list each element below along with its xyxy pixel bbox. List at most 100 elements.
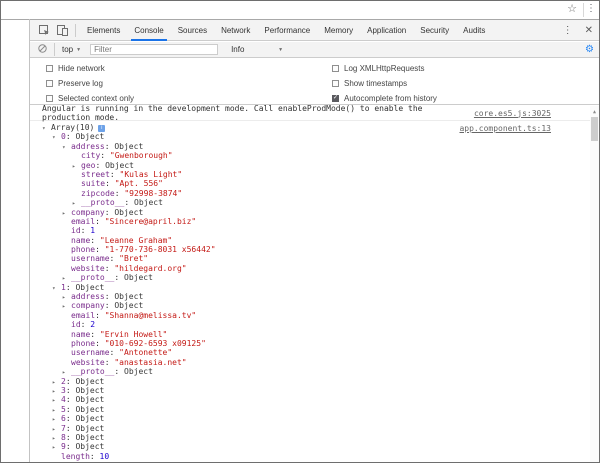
collapse-triangle-icon[interactable]: ▾ (52, 284, 61, 293)
property-value: Object (75, 404, 105, 414)
source-link[interactable]: app.component.ts:13 (459, 124, 551, 133)
property-key: phone (71, 338, 96, 348)
checkbox-checked-icon[interactable]: ✓ (332, 95, 339, 102)
checkbox-icon[interactable] (332, 80, 339, 87)
setting-hide-network[interactable]: Hide network (46, 61, 134, 76)
property-key: email (71, 310, 96, 320)
tree-row[interactable]: ▸ address: Object (30, 292, 599, 301)
scrollbar-up-icon[interactable]: ▲ (590, 106, 599, 115)
devtools-more-icon[interactable]: ⋮ (557, 25, 579, 36)
tabs-container: Elements Console Sources Network Performance… (80, 20, 492, 41)
property-value: Object (75, 442, 105, 452)
collapse-triangle-icon[interactable]: ▾ (42, 124, 51, 133)
console-scrollbar[interactable]: ▲ (590, 106, 599, 462)
tree-row: id: 2 (71, 320, 96, 330)
expand-triangle-icon[interactable]: ▸ (72, 162, 81, 171)
device-toolbar-icon[interactable] (55, 23, 69, 37)
tree-row[interactable]: ▾ 1: Object (30, 283, 599, 292)
tree-row[interactable]: ▸ company: Object (30, 208, 599, 217)
property-key: __proto__ (81, 198, 125, 208)
clear-console-icon[interactable] (38, 44, 47, 55)
property-key: 9 (61, 442, 66, 452)
checkbox-icon[interactable] (332, 65, 339, 72)
tab-network[interactable]: Network (214, 20, 257, 41)
tree-row[interactable]: ▸ geo: Object (30, 161, 599, 170)
tab-memory[interactable]: Memory (317, 20, 360, 41)
tree-row[interactable]: ▸ 3: Object (30, 386, 599, 395)
tree-row[interactable]: ▾ address: Object (30, 142, 599, 151)
bookmark-star-icon[interactable]: ☆ (567, 2, 577, 15)
tab-audits[interactable]: Audits (456, 20, 492, 41)
checkbox-icon[interactable] (46, 65, 53, 72)
tree-row[interactable]: ▸ 9: Object (30, 442, 599, 451)
property-key: suite (81, 179, 106, 189)
expand-triangle-icon[interactable]: ▸ (62, 293, 71, 302)
tree-row[interactable]: ▸ __proto__: Object (30, 198, 599, 207)
setting-label: Autocomplete from history (344, 94, 437, 103)
setting-preserve-log[interactable]: Preserve log (46, 76, 134, 91)
tab-elements[interactable]: Elements (80, 20, 127, 41)
tree-row[interactable]: ▾ 0: Object (30, 132, 599, 141)
expand-triangle-icon[interactable]: ▸ (62, 209, 71, 218)
browser-window: ☆ ⋮ Elements Console Sources Network Perform… (0, 0, 600, 463)
property-value: Object (75, 376, 105, 386)
inspect-element-icon[interactable] (37, 23, 51, 37)
tree-row[interactable]: ▸ company: Object (30, 301, 599, 310)
collapse-triangle-icon[interactable]: ▾ (52, 133, 61, 142)
tree-row: website: "hildegard.org" (71, 263, 187, 273)
property-value: Object (75, 385, 105, 395)
expand-triangle-icon[interactable]: ▸ (52, 425, 61, 434)
expand-triangle-icon[interactable]: ▸ (52, 434, 61, 443)
expand-triangle-icon[interactable]: ▸ (62, 302, 71, 311)
property-value: "Apt. 556" (114, 179, 163, 189)
collapse-triangle-icon[interactable]: ▾ (62, 143, 71, 152)
source-link[interactable]: core.es5.js:3025 (474, 109, 551, 118)
tab-console[interactable]: Console (127, 20, 170, 41)
property-key: website (71, 357, 105, 367)
expand-triangle-icon[interactable]: ▸ (52, 406, 61, 415)
expand-triangle-icon[interactable]: ▸ (52, 378, 61, 387)
tree-row[interactable]: ▸ __proto__: Object (30, 367, 599, 376)
setting-show-timestamps[interactable]: Show timestamps (332, 76, 437, 91)
property-value: Object (124, 273, 153, 283)
tab-security[interactable]: Security (413, 20, 456, 41)
tree-row: name: "Leanne Graham" (71, 235, 173, 245)
setting-log-xmlhttprequests[interactable]: Log XMLHttpRequests (332, 61, 437, 76)
setting-label: Preserve log (58, 79, 103, 88)
browser-toolbar: ☆ ⋮ (1, 1, 599, 19)
tab-application[interactable]: Application (360, 20, 413, 41)
scrollbar-thumb[interactable] (591, 117, 598, 141)
tree-row[interactable]: ▸ 2: Object (30, 377, 599, 386)
property-value: 1 (90, 226, 96, 236)
property-value: Object (75, 414, 105, 424)
tree-row[interactable]: ▸ 5: Object (30, 405, 599, 414)
expand-triangle-icon[interactable]: ▸ (52, 443, 61, 452)
log-level-select[interactable]: Info ▼ (228, 45, 286, 54)
tree-row: id: 1 (71, 226, 96, 236)
expand-triangle-icon[interactable]: ▸ (52, 415, 61, 424)
tree-row[interactable]: ▸ 4: Object (30, 395, 599, 404)
property-value: Object (114, 141, 144, 151)
checkbox-icon[interactable] (46, 95, 53, 102)
property-value: Object (75, 432, 105, 442)
expand-triangle-icon[interactable]: ▸ (52, 387, 61, 396)
expand-triangle-icon[interactable]: ▸ (52, 396, 61, 405)
property-key: email (71, 216, 96, 226)
console-settings-gear-icon[interactable]: ⚙ (585, 44, 594, 55)
property-key: 1 (61, 282, 66, 292)
tree-row[interactable]: ▸ 8: Object (30, 433, 599, 442)
tab-performance[interactable]: Performance (257, 20, 317, 41)
execution-context-select[interactable]: top ▼ (59, 45, 84, 54)
property-key: name (71, 329, 91, 339)
devtools-close-icon[interactable]: ✕ (579, 25, 599, 36)
execution-context-value: top (62, 45, 74, 54)
tree-row[interactable]: ▸ __proto__: Object (30, 273, 599, 282)
property-key: 2 (61, 376, 66, 386)
tab-sources[interactable]: Sources (171, 20, 214, 41)
tree-row[interactable]: ▸ 6: Object (30, 414, 599, 423)
checkbox-icon[interactable] (46, 80, 53, 87)
console-filter-input[interactable] (90, 44, 219, 55)
tree-row: phone: "1-770-736-8031 x56442" (71, 245, 216, 255)
tree-row[interactable]: ▸ 7: Object (30, 424, 599, 433)
browser-menu-icon[interactable]: ⋮ (586, 3, 596, 14)
